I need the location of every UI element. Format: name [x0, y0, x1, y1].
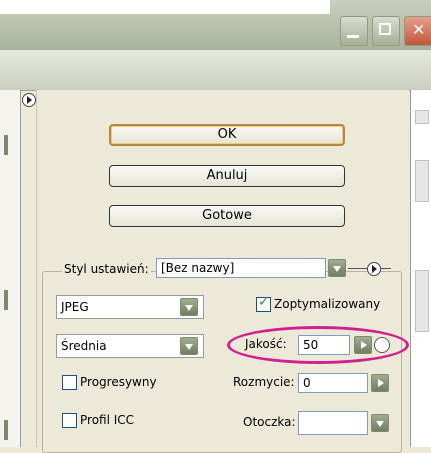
- maximize-icon[interactable]: [372, 16, 400, 46]
- close-icon[interactable]: [404, 16, 431, 46]
- matte-label: Otoczka:: [243, 415, 296, 429]
- left-divider: [4, 420, 8, 440]
- settings-preset-select[interactable]: [Bez nazwy]: [156, 258, 326, 278]
- blur-input[interactable]: 0: [298, 373, 368, 393]
- right-preview-thumb: [415, 110, 429, 124]
- blur-slider-arrow-icon[interactable]: [371, 374, 389, 392]
- progressive-checkbox[interactable]: [62, 375, 77, 390]
- highlight-annotation: [227, 326, 409, 364]
- panel-header: [0, 50, 431, 91]
- left-divider: [4, 290, 8, 310]
- connector-line: [381, 268, 391, 269]
- right-preview-thumb: [415, 160, 429, 202]
- right-preview-thumb: [415, 270, 429, 332]
- optimized-checkbox[interactable]: [256, 294, 271, 312]
- matte-dropdown-icon[interactable]: [371, 414, 389, 432]
- left-divider: [4, 135, 8, 155]
- minimize-icon[interactable]: [340, 16, 368, 46]
- settings-dropdown-icon[interactable]: [328, 259, 346, 277]
- quality-preset-dropdown-icon[interactable]: [180, 337, 198, 355]
- connector-line: [348, 268, 367, 269]
- right-panel-edge: [410, 90, 431, 447]
- matte-select[interactable]: [298, 411, 368, 435]
- settings-menu-icon[interactable]: [367, 262, 381, 276]
- ok-button[interactable]: OK: [109, 124, 345, 146]
- blur-label: Rozmycie:: [233, 375, 295, 389]
- optimized-label: Zoptymalizowany: [274, 297, 381, 311]
- panel-menu-icon[interactable]: [22, 93, 36, 107]
- format-dropdown-icon[interactable]: [180, 298, 198, 316]
- icc-profile-checkbox[interactable]: [62, 413, 77, 428]
- cancel-button[interactable]: Anuluj: [109, 165, 345, 187]
- done-button[interactable]: Gotowe: [109, 205, 345, 227]
- icc-profile-label: Profil ICC: [80, 413, 135, 427]
- settings-label: Styl ustawień:: [62, 262, 151, 276]
- progressive-label: Progresywny: [80, 375, 157, 389]
- top-background: [0, 0, 330, 14]
